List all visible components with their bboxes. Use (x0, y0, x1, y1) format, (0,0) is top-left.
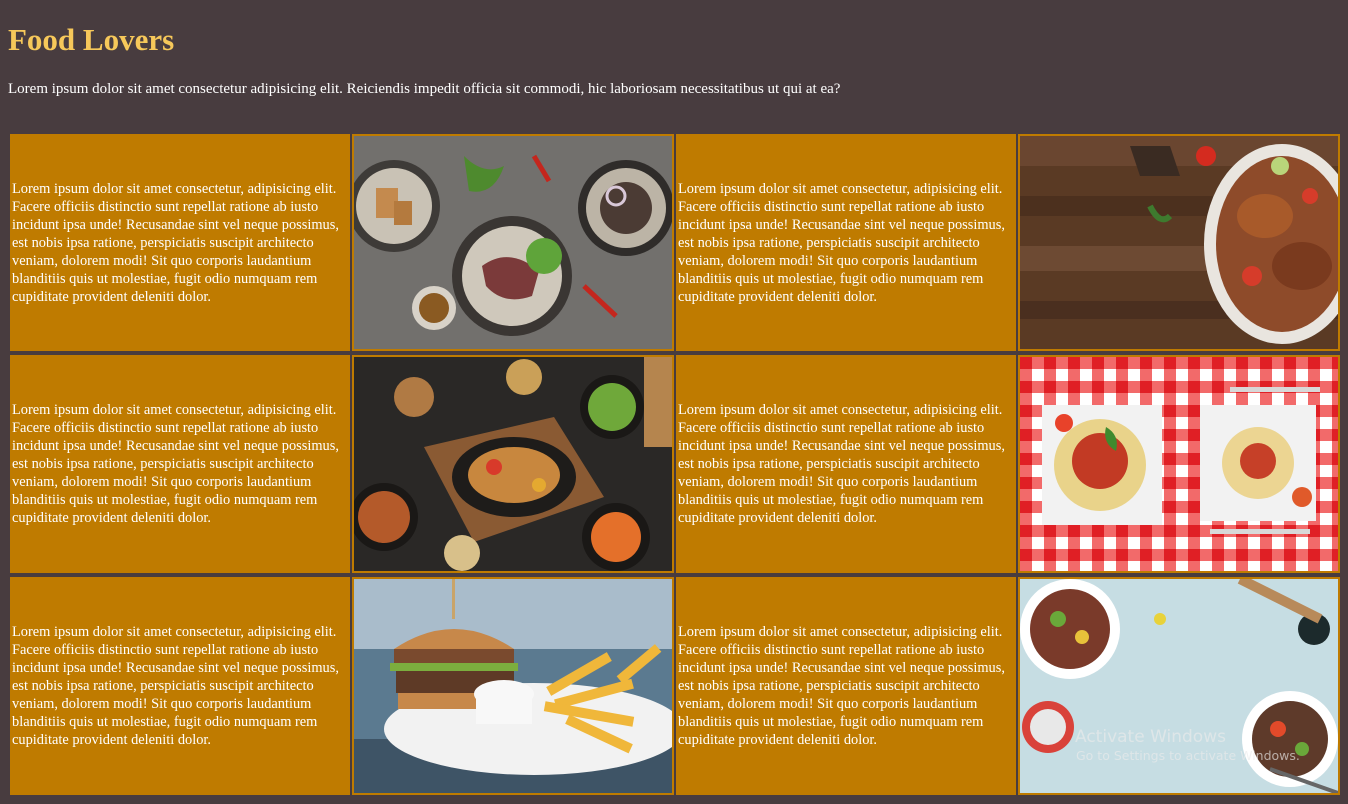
table-cell-text: Lorem ipsum dolor sit amet consectetur, … (10, 355, 350, 573)
table-cell-text: Lorem ipsum dolor sit amet consectetur, … (676, 577, 1016, 795)
cell-text: Lorem ipsum dolor sit amet consectetur, … (12, 624, 339, 748)
table-cell-text: Lorem ipsum dolor sit amet consectetur, … (676, 355, 1016, 573)
cell-text: Lorem ipsum dolor sit amet consectetur, … (12, 402, 339, 526)
cell-text: Lorem ipsum dolor sit amet consectetur, … (678, 402, 1005, 526)
food-image-spaghetti-checkered (1018, 355, 1340, 573)
food-image-burger-fries (352, 577, 674, 795)
food-image-grilled-chicken (1018, 134, 1340, 351)
table-cell-text: Lorem ipsum dolor sit amet consectetur, … (10, 577, 350, 795)
table-cell-text: Lorem ipsum dolor sit amet consectetur, … (10, 134, 350, 351)
table-cell-text: Lorem ipsum dolor sit amet consectetur, … (676, 134, 1016, 351)
cell-text: Lorem ipsum dolor sit amet consectetur, … (678, 180, 1005, 305)
page-title: Food Lovers (8, 22, 175, 57)
cell-text: Lorem ipsum dolor sit amet consectetur, … (12, 180, 339, 305)
food-image-roast-feast (352, 355, 674, 573)
food-image-plated-dishes (352, 134, 674, 351)
food-image-salad-bowls (1018, 577, 1340, 795)
intro-paragraph: Lorem ipsum dolor sit amet consectetur a… (8, 81, 841, 97)
cell-text: Lorem ipsum dolor sit amet consectetur, … (678, 624, 1005, 748)
